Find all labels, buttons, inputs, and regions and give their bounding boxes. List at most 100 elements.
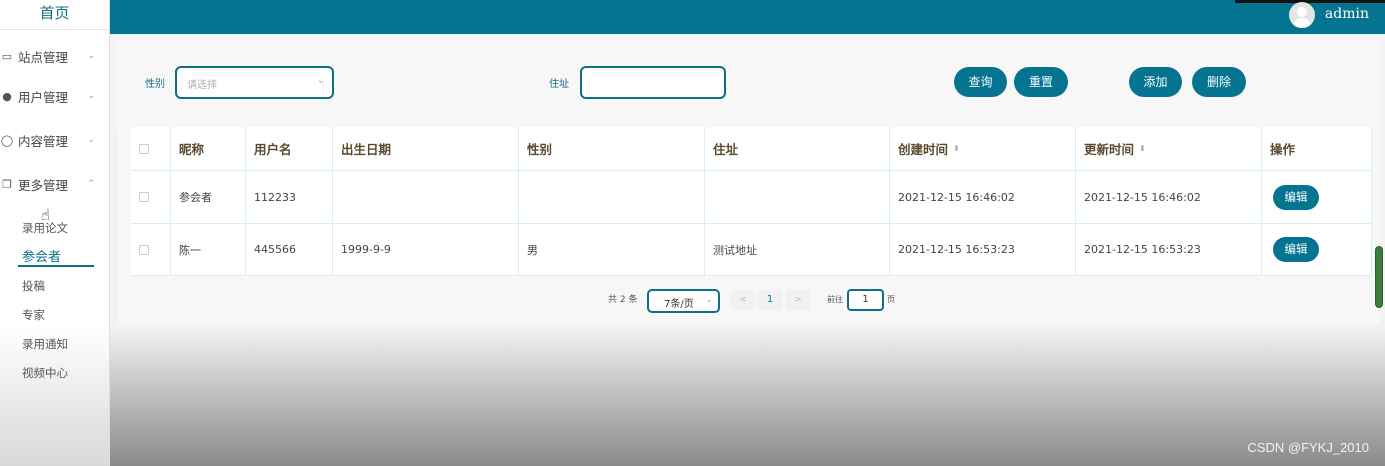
hand-cursor-icon: ☝ <box>41 206 51 224</box>
row-checkbox[interactable] <box>139 192 149 202</box>
menu-site-management[interactable]: ▭ 站点管理 ⌄ <box>0 34 109 78</box>
table-row: 参会者 112233 2021-12-15 16:46:02 2021-12-1… <box>131 171 1372 224</box>
data-table: 昵称 用户名 出生日期 性别 住址 创建时间 ⬍ 更新时间 ⬍ 操作 参会者 112… <box>131 127 1372 276</box>
home-link[interactable]: 首页 <box>0 0 109 30</box>
cell-birthdate: 1999-9-9 <box>333 224 519 275</box>
header-divider <box>1235 0 1385 3</box>
table-row: 陈一 445566 1999-9-9 男 测试地址 2021-12-15 16:… <box>131 224 1372 276</box>
vertical-scrollbar[interactable] <box>1375 246 1383 308</box>
header-address: 住址 <box>705 127 890 170</box>
sidebar: 首页 ▭ 站点管理 ⌄ ● 用户管理 ⌄ ◯ 内容管理 ⌄ ❐ 更多管理 ⌃ 录… <box>0 0 110 466</box>
goto-page-input[interactable]: 1 <box>847 289 884 311</box>
header-label: 用户名 <box>254 142 292 157</box>
header-gender: 性别 <box>519 127 705 170</box>
cell-gender: 男 <box>519 224 705 275</box>
sort-icon[interactable]: ⬍ <box>1139 144 1146 153</box>
menu-label: 更多管理 <box>18 177 69 193</box>
goto-label: 前往 <box>827 295 843 304</box>
cell-updated: 2021-12-15 16:46:02 <box>1076 171 1262 223</box>
address-label: 住址 <box>549 79 569 90</box>
header-created[interactable]: 创建时间 ⬍ <box>890 127 1076 170</box>
submenu-item-videos[interactable]: 视频中心 <box>22 359 109 388</box>
address-input[interactable] <box>580 66 726 99</box>
header-label: 出生日期 <box>341 142 392 157</box>
cell-actions: 编辑 <box>1262 224 1372 275</box>
cell-created: 2021-12-15 16:46:02 <box>890 171 1076 223</box>
cell-gender <box>519 171 705 223</box>
cell-nickname: 参会者 <box>171 171 246 223</box>
chevron-down-icon: ⌄ <box>87 91 95 101</box>
submenu-item-notices[interactable]: 录用通知 <box>22 330 109 359</box>
cell-username: 445566 <box>246 224 333 275</box>
next-page-button[interactable]: > <box>786 290 810 310</box>
watermark: CSDN @FYKJ_2010 <box>1247 440 1369 455</box>
cell-username: 112233 <box>246 171 333 223</box>
header-birthdate: 出生日期 <box>333 127 519 170</box>
header-label: 性别 <box>527 142 553 157</box>
menu-content-management[interactable]: ◯ 内容管理 ⌄ <box>0 118 109 162</box>
chevron-down-icon: ⌄ <box>705 295 713 305</box>
edit-button[interactable]: 编辑 <box>1273 237 1319 262</box>
cell-address <box>705 171 890 223</box>
top-header: admin <box>110 0 1385 34</box>
menu-user-management[interactable]: ● 用户管理 ⌄ <box>0 74 109 118</box>
header-label: 更新时间 <box>1084 142 1135 157</box>
header-actions: 操作 <box>1262 127 1372 170</box>
header-label: 操作 <box>1270 142 1296 157</box>
reset-button[interactable]: 重置 <box>1014 67 1068 97</box>
query-button[interactable]: 查询 <box>954 67 1007 97</box>
prev-page-button[interactable]: < <box>731 290 755 310</box>
chevron-down-icon: ⌄ <box>87 51 95 61</box>
username[interactable]: admin <box>1325 6 1369 22</box>
chat-icon: ◯ <box>0 133 14 147</box>
row-checkbox[interactable] <box>139 244 149 255</box>
active-indicator <box>18 265 94 267</box>
table-header-row: 昵称 用户名 出生日期 性别 住址 创建时间 ⬍ 更新时间 ⬍ 操作 <box>131 127 1372 171</box>
select-all-checkbox[interactable] <box>139 143 149 154</box>
header-username: 用户名 <box>246 127 333 170</box>
copy-icon: ❐ <box>2 177 12 191</box>
add-button[interactable]: 添加 <box>1129 67 1182 97</box>
cell-address: 测试地址 <box>705 224 890 275</box>
cell-created: 2021-12-15 16:53:23 <box>890 224 1076 275</box>
menu-label: 站点管理 <box>18 49 69 65</box>
pagination-total: 共 2 条 <box>608 295 638 305</box>
cell-updated: 2021-12-15 16:53:23 <box>1076 224 1262 275</box>
monitor-icon: ▭ <box>1 49 13 63</box>
current-page[interactable]: 1 <box>758 290 782 310</box>
page-size-value: 7条/页 <box>664 299 694 310</box>
menu-label: 用户管理 <box>18 89 69 105</box>
cell-nickname: 陈一 <box>171 224 246 275</box>
page-unit-label: 页 <box>887 295 895 304</box>
page-size-select[interactable]: 7条/页 ⌄ <box>647 289 720 313</box>
cell-actions: 编辑 <box>1262 171 1372 223</box>
cell-birthdate <box>333 171 519 223</box>
menu-more-management[interactable]: ❐ 更多管理 ⌃ <box>0 162 109 206</box>
submenu-more: 录用论文 参会者 投稿 专家 录用通知 视频中心 <box>0 214 109 388</box>
chevron-up-icon: ⌃ <box>87 179 95 189</box>
header-label: 创建时间 <box>898 142 949 157</box>
gender-select[interactable]: 请选择 ⌄ <box>175 66 334 99</box>
header-nickname: 昵称 <box>171 127 246 170</box>
avatar[interactable] <box>1289 2 1315 28</box>
user-icon: ● <box>2 89 12 103</box>
avatar-head-icon <box>1297 7 1307 17</box>
menu-label: 内容管理 <box>18 133 69 149</box>
submenu-item-submissions[interactable]: 投稿 <box>22 272 109 301</box>
submenu-item-attendees[interactable]: 参会者 <box>22 243 109 272</box>
row-select-cell <box>131 224 171 275</box>
avatar-body-icon <box>1293 18 1311 28</box>
edit-button[interactable]: 编辑 <box>1273 184 1319 210</box>
submenu-item-papers[interactable]: 录用论文 <box>22 214 109 243</box>
chevron-down-icon: ⌄ <box>316 75 325 86</box>
submenu-item-experts[interactable]: 专家 <box>22 301 109 330</box>
row-select-cell <box>131 171 171 223</box>
header-select-cell <box>131 127 171 170</box>
chevron-down-icon: ⌄ <box>87 135 95 145</box>
gender-select-placeholder: 请选择 <box>187 80 217 91</box>
gender-label: 性别 <box>145 79 165 90</box>
delete-button[interactable]: 删除 <box>1192 67 1246 97</box>
header-updated[interactable]: 更新时间 ⬍ <box>1076 127 1262 170</box>
sort-icon[interactable]: ⬍ <box>953 144 960 153</box>
header-label: 住址 <box>713 142 739 157</box>
